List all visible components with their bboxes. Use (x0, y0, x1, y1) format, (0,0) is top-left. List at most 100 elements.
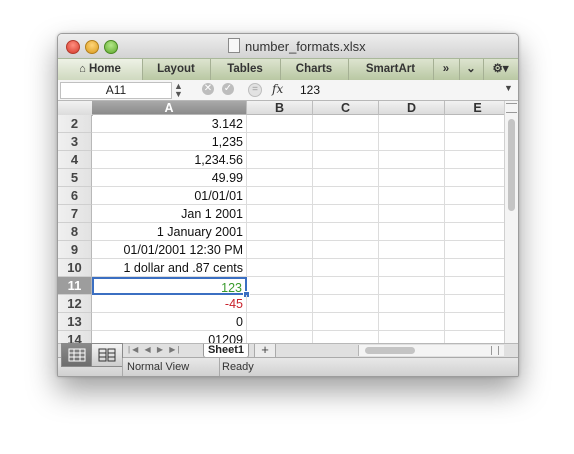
cell-a8[interactable]: 1 January 2001 (92, 223, 247, 241)
row-header-12[interactable]: 12 (58, 295, 92, 313)
cell-a11[interactable]: 123 (92, 277, 247, 295)
minimize-window-button[interactable] (85, 40, 99, 54)
row-header-6[interactable]: 6 (58, 187, 92, 205)
column-header-b[interactable]: B (247, 101, 313, 115)
row-header-4[interactable]: 4 (58, 151, 92, 169)
cell-d4[interactable] (379, 151, 445, 169)
cell-e12[interactable] (445, 295, 504, 313)
tab-layout[interactable]: Layout (142, 59, 211, 80)
page-layout-view-button[interactable] (91, 343, 123, 367)
cell-e7[interactable] (445, 205, 504, 223)
horizontal-scrollbar[interactable] (358, 345, 504, 356)
tab-tables[interactable]: Tables (210, 59, 281, 80)
cell-b12[interactable] (247, 295, 313, 313)
cell-c5[interactable] (313, 169, 379, 187)
cell-b14[interactable] (247, 331, 313, 343)
row-header-8[interactable]: 8 (58, 223, 92, 241)
cell-c4[interactable] (313, 151, 379, 169)
cell-a5[interactable]: 49.99 (92, 169, 247, 187)
row-header-14[interactable]: 14 (58, 331, 92, 343)
cell-e6[interactable] (445, 187, 504, 205)
row-header-11[interactable]: 11 (58, 277, 92, 295)
cell-b11[interactable] (247, 277, 313, 295)
cell-d7[interactable] (379, 205, 445, 223)
split-handle-icon[interactable] (506, 103, 517, 113)
cell-b5[interactable] (247, 169, 313, 187)
add-sheet-button[interactable]: + (254, 343, 276, 358)
cell-e5[interactable] (445, 169, 504, 187)
cancel-formula-icon[interactable]: ✕ (202, 83, 214, 95)
tab-charts[interactable]: Charts (280, 59, 349, 80)
cell-e9[interactable] (445, 241, 504, 259)
cell-b9[interactable] (247, 241, 313, 259)
cell-e14[interactable] (445, 331, 504, 343)
row-header-10[interactable]: 10 (58, 259, 92, 277)
row-header-7[interactable]: 7 (58, 205, 92, 223)
sheet-tab-sheet1[interactable]: Sheet1 (203, 344, 249, 358)
cell-a9[interactable]: 01/01/2001 12:30 PM (92, 241, 247, 259)
cell-e10[interactable] (445, 259, 504, 277)
horizontal-scroll-thumb[interactable] (365, 347, 415, 354)
more-tabs-button[interactable]: » (433, 59, 460, 80)
row-header-3[interactable]: 3 (58, 133, 92, 151)
formula-expand-chevron-icon[interactable]: ▼ (504, 83, 513, 93)
horizontal-split-handle-icon[interactable] (491, 346, 499, 355)
cell-d10[interactable] (379, 259, 445, 277)
zoom-window-button[interactable] (104, 40, 118, 54)
cell-a12[interactable]: -45 (92, 295, 247, 313)
cell-e11[interactable] (445, 277, 504, 295)
cell-d13[interactable] (379, 313, 445, 331)
cell-b13[interactable] (247, 313, 313, 331)
cell-a3[interactable]: 1,235 (92, 133, 247, 151)
cell-c2[interactable] (313, 115, 379, 133)
column-header-e[interactable]: E (445, 101, 504, 115)
formula-input[interactable]: 123 (300, 83, 320, 97)
cell-b4[interactable] (247, 151, 313, 169)
cell-b7[interactable] (247, 205, 313, 223)
cell-d5[interactable] (379, 169, 445, 187)
cell-e13[interactable] (445, 313, 504, 331)
cell-c11[interactable] (313, 277, 379, 295)
cell-a14[interactable]: 01209 (92, 331, 247, 343)
vertical-scroll-thumb[interactable] (508, 119, 515, 211)
cell-c13[interactable] (313, 313, 379, 331)
cell-a4[interactable]: 1,234.56 (92, 151, 247, 169)
cell-b3[interactable] (247, 133, 313, 151)
cell-d3[interactable] (379, 133, 445, 151)
cell-a10[interactable]: 1 dollar and .87 cents (92, 259, 247, 277)
cell-d6[interactable] (379, 187, 445, 205)
cell-e2[interactable] (445, 115, 504, 133)
cell-c12[interactable] (313, 295, 379, 313)
cell-e8[interactable] (445, 223, 504, 241)
cell-c7[interactable] (313, 205, 379, 223)
cell-b2[interactable] (247, 115, 313, 133)
row-header-2[interactable]: 2 (58, 115, 92, 133)
cell-d12[interactable] (379, 295, 445, 313)
cell-a2[interactable]: 3.142 (92, 115, 247, 133)
name-box[interactable]: A11 (60, 82, 172, 99)
cell-c9[interactable] (313, 241, 379, 259)
cell-b8[interactable] (247, 223, 313, 241)
cell-b10[interactable] (247, 259, 313, 277)
fx-icon[interactable]: fx (272, 82, 283, 96)
cell-d8[interactable] (379, 223, 445, 241)
vertical-scrollbar[interactable] (504, 101, 518, 343)
close-window-button[interactable] (66, 40, 80, 54)
cell-e3[interactable] (445, 133, 504, 151)
tab-smartart[interactable]: SmartArt (348, 59, 434, 80)
cell-c6[interactable] (313, 187, 379, 205)
cell-b6[interactable] (247, 187, 313, 205)
cell-d14[interactable] (379, 331, 445, 343)
name-box-stepper-icon[interactable]: ▲ ▼ (174, 82, 183, 99)
tab-home[interactable]: ⌂ Home (58, 59, 143, 80)
row-header-9[interactable]: 9 (58, 241, 92, 259)
column-header-a[interactable]: A (92, 101, 247, 115)
cell-c3[interactable] (313, 133, 379, 151)
column-header-c[interactable]: C (313, 101, 379, 115)
cell-d9[interactable] (379, 241, 445, 259)
cell-a6[interactable]: 01/01/01 (92, 187, 247, 205)
insert-function-icon[interactable]: = (248, 83, 262, 97)
row-header-13[interactable]: 13 (58, 313, 92, 331)
sheet-nav-arrows-icon[interactable]: |◀ ◀ ▶ ▶| (128, 345, 181, 354)
normal-view-button[interactable] (61, 343, 93, 367)
